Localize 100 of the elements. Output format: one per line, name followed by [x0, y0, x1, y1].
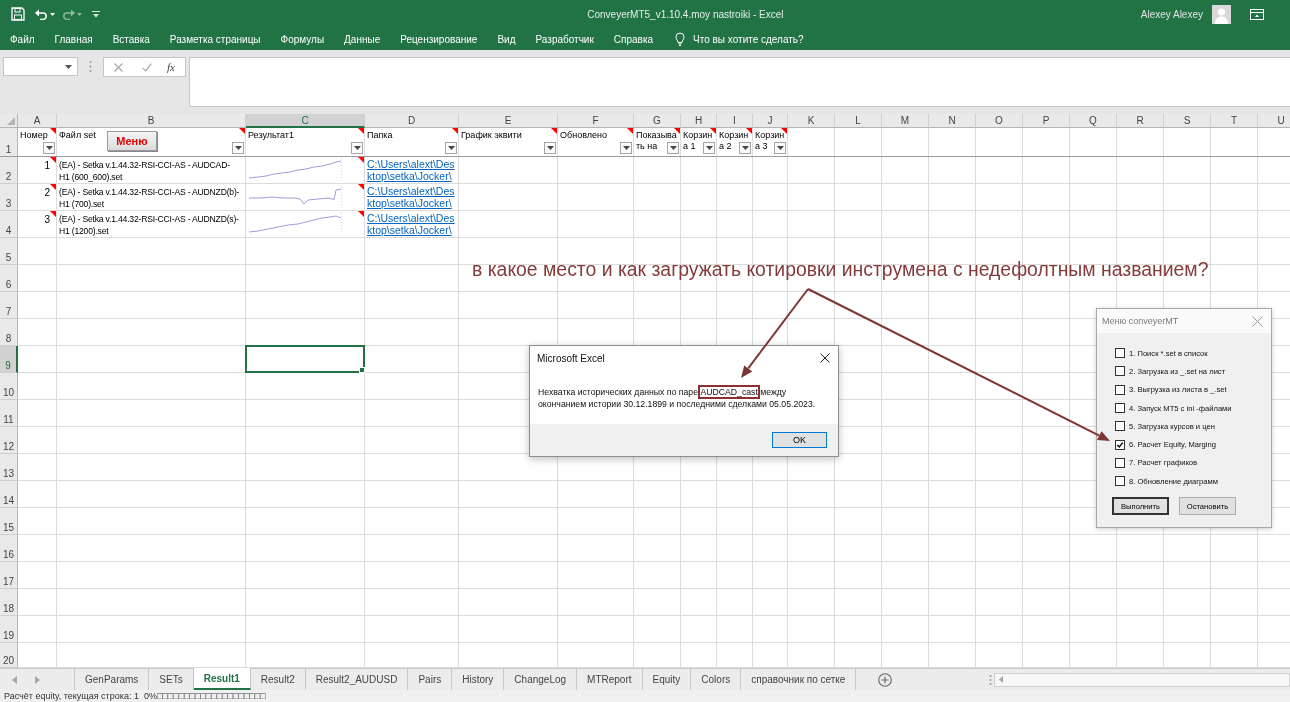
row-header[interactable]: 8: [0, 319, 18, 346]
column-header[interactable]: T: [1211, 114, 1258, 128]
caret-icon[interactable]: [705, 146, 713, 150]
column-header[interactable]: I: [717, 114, 753, 128]
tell-me-search[interactable]: Что вы хотите сделать?: [693, 33, 804, 45]
caret-icon[interactable]: [741, 146, 749, 150]
row-header[interactable]: 12: [0, 427, 18, 454]
column-header[interactable]: U: [1258, 114, 1290, 128]
ribbon-tab[interactable]: Данные: [334, 33, 391, 45]
column-header[interactable]: O: [976, 114, 1023, 128]
caret-icon[interactable]: [50, 12, 55, 16]
filter-button[interactable]: [739, 142, 751, 154]
column-header[interactable]: Q: [1070, 114, 1117, 128]
folder-link[interactable]: C:\Users\alext\Des ktop\setka\Jocker\: [365, 211, 459, 236]
column-header[interactable]: H: [681, 114, 717, 128]
row-header[interactable]: 1: [0, 128, 18, 157]
row-header[interactable]: 15: [0, 508, 18, 535]
row-header[interactable]: 16: [0, 535, 18, 562]
ribbon-tab[interactable]: Рецензирование: [390, 33, 488, 45]
column-header[interactable]: M: [882, 114, 929, 128]
ribbon-tab[interactable]: Вид: [487, 33, 526, 45]
checkbox[interactable]: [1115, 348, 1125, 359]
checkbox[interactable]: [1115, 384, 1125, 395]
lightbulb-icon[interactable]: [675, 32, 686, 46]
ok-button[interactable]: OK: [772, 432, 827, 448]
row-header[interactable]: 3: [0, 184, 18, 211]
caret-icon[interactable]: [353, 146, 361, 150]
insert-function-button[interactable]: fx: [167, 61, 175, 73]
column-header[interactable]: A: [18, 114, 57, 128]
checkbox[interactable]: [1115, 403, 1125, 414]
filter-button[interactable]: [544, 142, 556, 154]
caret-icon[interactable]: [447, 146, 455, 150]
close-icon[interactable]: [820, 353, 830, 363]
column-header[interactable]: F: [558, 114, 634, 128]
ribbon-tab[interactable]: Разработчик: [525, 33, 604, 45]
checkbox[interactable]: [1115, 366, 1125, 377]
row-header[interactable]: 20: [0, 643, 18, 668]
filter-button[interactable]: [351, 142, 363, 154]
row-header[interactable]: 19: [0, 616, 18, 643]
redo-icon[interactable]: [63, 8, 75, 20]
filter-button[interactable]: [620, 142, 632, 154]
row-header[interactable]: 7: [0, 292, 18, 319]
user-avatar-icon[interactable]: [1212, 4, 1231, 24]
row-header[interactable]: 17: [0, 562, 18, 589]
grip-icon[interactable]: [989, 673, 992, 686]
ribbon-tab[interactable]: Справка: [603, 33, 664, 45]
filter-button[interactable]: [774, 142, 786, 154]
filter-button[interactable]: [232, 142, 244, 154]
sheet-tab[interactable]: Result1: [193, 668, 251, 690]
horizontal-scrollbar[interactable]: [994, 672, 1290, 687]
customize-icon[interactable]: [92, 10, 100, 18]
filter-button[interactable]: [703, 142, 715, 154]
row-header[interactable]: 4: [0, 211, 18, 238]
save-icon[interactable]: [11, 7, 25, 21]
caret-icon[interactable]: [622, 146, 630, 150]
column-header[interactable]: C: [246, 114, 365, 128]
undo-icon[interactable]: [35, 8, 47, 20]
column-header[interactable]: E: [459, 114, 558, 128]
ribbon-tab[interactable]: Главная: [44, 33, 103, 45]
ribbon-tab[interactable]: Разметка страницы: [159, 33, 271, 45]
column-header[interactable]: D: [365, 114, 459, 128]
row-header[interactable]: 6: [0, 265, 18, 292]
grip-icon[interactable]: [89, 60, 92, 73]
filter-button[interactable]: [43, 142, 55, 154]
checkbox[interactable]: [1115, 421, 1125, 432]
column-header[interactable]: R: [1117, 114, 1164, 128]
row-header[interactable]: 14: [0, 481, 18, 508]
caret-icon[interactable]: [776, 146, 784, 150]
column-header[interactable]: L: [835, 114, 882, 128]
column-header[interactable]: K: [788, 114, 835, 128]
folder-link[interactable]: C:\Users\alext\Des ktop\setka\Jocker\: [365, 184, 459, 209]
row-header[interactable]: 10: [0, 373, 18, 400]
row-header[interactable]: 11: [0, 400, 18, 427]
column-header[interactable]: G: [634, 114, 681, 128]
checkbox[interactable]: [1115, 439, 1125, 450]
row-header[interactable]: 9: [0, 346, 18, 373]
caret-icon[interactable]: [546, 146, 554, 150]
column-header[interactable]: J: [753, 114, 788, 128]
row-header[interactable]: 13: [0, 454, 18, 481]
formula-input[interactable]: [189, 57, 1290, 107]
caret-icon[interactable]: [65, 64, 72, 69]
folder-link[interactable]: C:\Users\alext\Des ktop\setka\Jocker\: [365, 157, 459, 182]
fill-handle-icon[interactable]: [359, 367, 365, 373]
check-icon[interactable]: [142, 62, 152, 72]
row-header[interactable]: 18: [0, 589, 18, 616]
filter-button[interactable]: [445, 142, 457, 154]
column-header[interactable]: S: [1164, 114, 1211, 128]
add-sheet-icon[interactable]: [878, 672, 893, 687]
caret-icon[interactable]: [669, 146, 677, 150]
caret-icon[interactable]: [45, 146, 53, 150]
checkbox[interactable]: [1115, 457, 1125, 468]
column-header[interactable]: N: [929, 114, 976, 128]
caret-icon[interactable]: [234, 146, 242, 150]
row-header[interactable]: 5: [0, 238, 18, 265]
row-header[interactable]: 2: [0, 157, 18, 184]
menu-button[interactable]: Меню: [107, 131, 157, 151]
column-header[interactable]: P: [1023, 114, 1070, 128]
filter-button[interactable]: [667, 142, 679, 154]
checkbox[interactable]: [1115, 476, 1125, 487]
ribbon-tab[interactable]: Вставка: [102, 33, 160, 45]
